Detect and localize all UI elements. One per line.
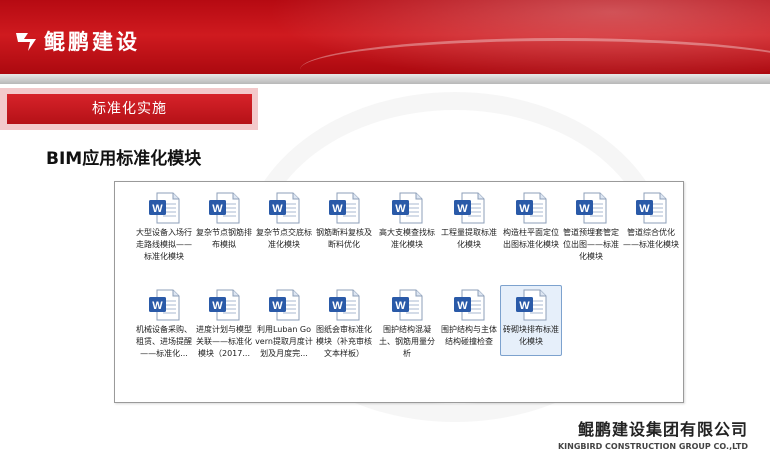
word-document-icon: W [633, 191, 669, 225]
file-explorer-pane[interactable]: W 大型设备入场行走路线模拟——标准化模块 W 复杂节点钢筋排布模拟 W 复杂节点交底标准… [114, 181, 684, 403]
file-name: 工程量提取标准化模块 [441, 228, 497, 249]
file-item[interactable]: W 管道预埋套管定位出图——标准化模块 [562, 191, 620, 263]
file-name: 复杂节点钢筋排布模拟 [196, 228, 252, 249]
logo-text: 鲲鹏建设 [44, 30, 140, 54]
file-item[interactable]: W 大型设备入场行走路线模拟——标准化模块 [135, 191, 193, 263]
file-item[interactable]: W 构造柱平面定位出图标准化模块 [502, 191, 560, 251]
file-item[interactable]: W 砖砌块排布标准化模块 [500, 285, 562, 356]
file-name: 围护结构混凝土、钢筋用量分析 [379, 325, 435, 358]
file-name: 进度计划与模型关联——标准化模块（2017... [196, 325, 252, 358]
svg-text:W: W [152, 300, 163, 312]
word-document-icon: W [451, 288, 487, 322]
file-name: 围护结构与主体结构碰撞检查 [441, 325, 497, 346]
file-name: 砖砌块排布标准化模块 [503, 325, 559, 346]
word-document-icon: W [146, 191, 182, 225]
file-name: 钢筋断料复核及断料优化 [316, 228, 372, 249]
word-document-icon: W [389, 191, 425, 225]
file-name: 复杂节点交底标准化模块 [256, 228, 312, 249]
svg-text:W: W [212, 203, 223, 215]
svg-text:W: W [395, 203, 406, 215]
svg-text:W: W [272, 300, 283, 312]
file-item[interactable]: W 机械设备采购、租赁、进场提醒——标准化... [135, 288, 193, 360]
word-document-icon: W [266, 288, 302, 322]
company-name-en: KINGBIRD CONSTRUCTION GROUP CO.,LTD [557, 442, 748, 451]
file-item[interactable]: W 复杂节点交底标准化模块 [255, 191, 313, 251]
svg-text:W: W [212, 300, 223, 312]
page-heading: BIM应用标准化模块 [46, 149, 202, 169]
word-document-icon: W [266, 191, 302, 225]
header-divider [0, 74, 770, 84]
file-item[interactable]: W 利用Luban Govern提取月度计划及月度完... [255, 288, 313, 360]
svg-text:W: W [457, 300, 468, 312]
company-footer: 鲲鹏建设集团有限公司 KINGBIRD CONSTRUCTION GROUP C… [558, 416, 748, 451]
file-name: 利用Luban Govern提取月度计划及月度完... [255, 325, 313, 358]
kunpeng-logo-icon [16, 33, 36, 51]
word-document-icon: W [573, 191, 609, 225]
file-item[interactable]: W 围护结构与主体结构碰撞检查 [440, 288, 498, 348]
word-document-icon: W [326, 191, 362, 225]
company-logo: 鲲鹏建设 [14, 26, 140, 56]
word-document-icon: W [206, 191, 242, 225]
word-document-icon: W [146, 288, 182, 322]
file-name: 图纸会审标准化模块（补充审核文本样板） [316, 325, 372, 358]
file-item[interactable]: W 高大支模查找标准化模块 [378, 191, 436, 251]
word-document-icon: W [326, 288, 362, 322]
file-name: 构造柱平面定位出图标准化模块 [503, 228, 559, 249]
file-item[interactable]: W 工程量提取标准化模块 [440, 191, 498, 251]
svg-text:W: W [639, 203, 650, 215]
file-item[interactable]: W 图纸会审标准化模块（补充审核文本样板） [315, 288, 373, 360]
svg-text:W: W [272, 203, 283, 215]
word-document-icon: W [451, 191, 487, 225]
file-item[interactable]: W 复杂节点钢筋排布模拟 [195, 191, 253, 251]
svg-text:W: W [519, 203, 530, 215]
svg-text:W: W [152, 203, 163, 215]
svg-text:W: W [332, 203, 343, 215]
svg-text:W: W [519, 300, 530, 312]
word-document-icon: W [206, 288, 242, 322]
svg-text:W: W [395, 300, 406, 312]
file-name: 机械设备采购、租赁、进场提醒——标准化... [136, 325, 192, 358]
company-name: 鲲鹏建设集团有限公司 [577, 420, 748, 439]
file-name: 管道预埋套管定位出图——标准化模块 [563, 228, 619, 261]
svg-text:W: W [457, 203, 468, 215]
svg-text:W: W [332, 300, 343, 312]
file-item[interactable]: W 进度计划与模型关联——标准化模块（2017... [195, 288, 253, 360]
file-name: 管道综合优化——标准化模块 [623, 228, 679, 249]
word-document-icon: W [389, 288, 425, 322]
word-document-icon: W [513, 191, 549, 225]
word-document-icon: W [513, 288, 549, 322]
section-tab: 标准化实施 [0, 88, 258, 130]
file-name: 大型设备入场行走路线模拟——标准化模块 [136, 228, 192, 261]
file-item[interactable]: W 围护结构混凝土、钢筋用量分析 [378, 288, 436, 360]
file-name: 高大支模查找标准化模块 [379, 228, 435, 249]
section-tab-label: 标准化实施 [7, 94, 252, 124]
svg-text:W: W [579, 203, 590, 215]
file-item[interactable]: W 钢筋断料复核及断料优化 [315, 191, 373, 251]
file-item[interactable]: W 管道综合优化——标准化模块 [622, 191, 680, 251]
